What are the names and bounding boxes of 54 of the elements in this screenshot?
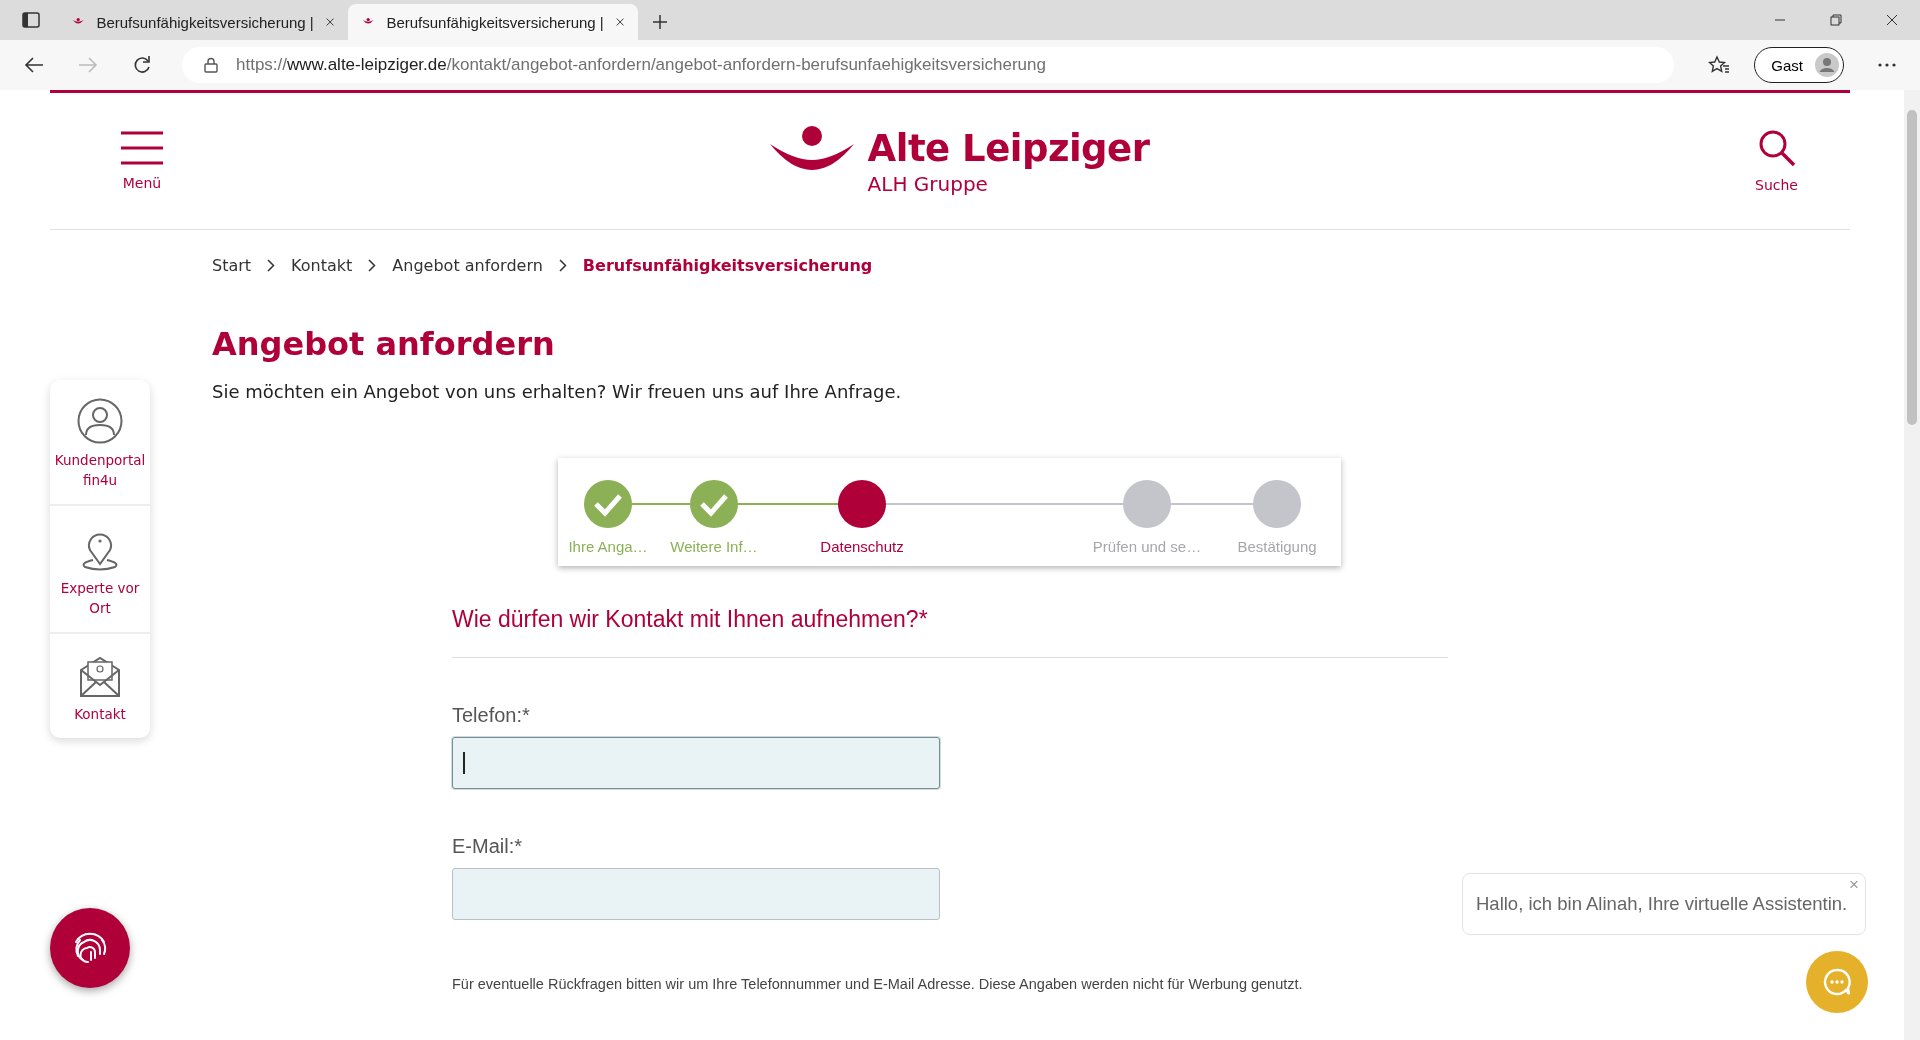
intro-text: Sie möchten ein Angebot von uns erhalten? Wir freuen uns auf Ihre Anfrage. [212, 381, 903, 402]
step-label: Ihre Anga… [568, 538, 648, 555]
chat-message: Hallo, ich bin Alinah, Ihre virtuelle Assistentin. [1476, 893, 1848, 915]
step-label: Weitere Inf… [670, 538, 758, 555]
restore-icon[interactable] [1830, 14, 1842, 26]
step-label: Prüfen und se… [1092, 538, 1202, 555]
menu-button[interactable]: Menü [120, 131, 164, 191]
side-nav-item[interactable]: Experte vor Ort [50, 506, 150, 634]
avatar-icon [1815, 53, 1839, 77]
input-field[interactable] [452, 737, 940, 789]
field-label: E-Mail:* [452, 835, 523, 858]
reload-icon[interactable] [132, 55, 152, 75]
input-field[interactable] [452, 868, 940, 920]
close-icon[interactable] [615, 16, 624, 28]
brand-subtitle: ALH Gruppe [867, 172, 989, 196]
back-icon[interactable] [24, 56, 44, 74]
side-nav-item[interactable]: Kontakt [50, 634, 150, 738]
user-icon [77, 398, 123, 444]
section-question: Wie dürfen wir Kontakt mit Ihnen aufnehmen?* [452, 606, 929, 633]
privacy-note: Für eventuelle Rückfragen bitten wir um Ihre Telefonnummer und E-Mail Adresse. Diese Angaben werden nicht für Werbung genutzt. [452, 976, 1304, 992]
chat-icon [1822, 967, 1852, 997]
step-label: Bestätigung [1237, 538, 1317, 555]
step-label: Datenschutz [820, 538, 904, 555]
side-nav-item[interactable]: Kundenportal fin4u [50, 380, 150, 506]
menu-icon [120, 131, 164, 165]
browser-tab[interactable]: Berufsunfähigkeitsversicherung | [348, 4, 638, 40]
text-cursor [463, 752, 465, 774]
favorites-icon[interactable] [1708, 55, 1731, 75]
chevron-icon [368, 259, 377, 272]
breadcrumb-link[interactable]: Kontakt [291, 256, 353, 275]
breadcrumb-link[interactable]: Berufsunfähigkeitsversicherung [582, 256, 873, 275]
tab-actions-icon[interactable] [22, 12, 40, 28]
new-tab-icon[interactable] [652, 14, 668, 30]
search-icon [1757, 129, 1796, 167]
profile-button[interactable]: Gast [1754, 47, 1844, 83]
tab-title: Berufsunfähigkeitsversicherung | [96, 13, 314, 31]
fingerprint-button[interactable] [50, 908, 130, 988]
close-icon[interactable] [1886, 14, 1898, 26]
chevron-icon [558, 259, 567, 272]
close-icon[interactable] [325, 16, 334, 28]
browser-tab[interactable]: Berufsunfähigkeitsversicherung | [58, 4, 348, 40]
step-connector [631, 503, 691, 505]
more-icon[interactable] [1878, 63, 1896, 67]
breadcrumb-link[interactable]: Angebot anfordern [392, 256, 543, 275]
search-button[interactable]: Suche [1755, 129, 1798, 193]
page-title: Angebot anfordern [212, 325, 556, 363]
lock-icon [204, 57, 218, 73]
field-label: Telefon:* [452, 704, 531, 727]
breadcrumb-link[interactable]: Start [212, 256, 252, 275]
scrollbar[interactable] [1904, 90, 1920, 1040]
brand-name: Alte Leipziger [867, 126, 1150, 172]
tab-title: Berufsunfähigkeitsversicherung | [386, 13, 604, 31]
chevron-icon [267, 259, 276, 272]
address-field[interactable]: https://www.alte-leipziger.de/kontakt/angebot-anfordern/angebot-anfordern-berufsunfaehigkeitsversicherung [182, 47, 1675, 83]
